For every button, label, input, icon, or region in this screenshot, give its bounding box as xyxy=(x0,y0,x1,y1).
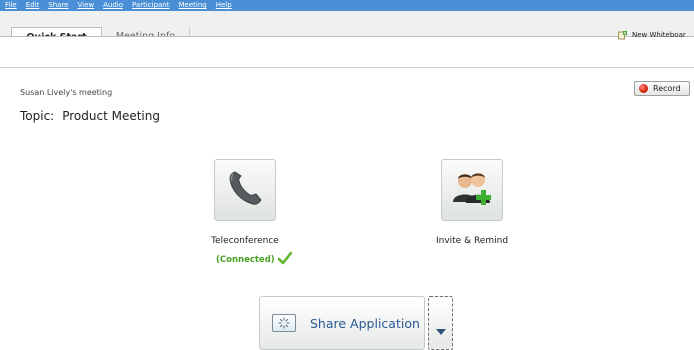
chevron-down-icon xyxy=(435,320,446,339)
topic-prefix: Topic: xyxy=(20,109,55,123)
menu-bar: File Edit Share View Audio Participant M… xyxy=(0,0,694,11)
menu-view[interactable]: View xyxy=(77,0,94,11)
share-application-button[interactable]: Share Application xyxy=(259,296,425,350)
record-icon xyxy=(639,84,648,93)
menu-meeting[interactable]: Meeting xyxy=(179,0,207,11)
invite-remind-label: Invite & Remind xyxy=(435,236,509,246)
connected-status-text: (Connected) xyxy=(216,254,275,265)
menu-file[interactable]: File xyxy=(5,0,17,11)
menu-help[interactable]: Help xyxy=(216,0,232,11)
share-application-label: Share Application xyxy=(310,315,420,331)
new-whiteboard-button[interactable]: New Whiteboar xyxy=(618,28,686,42)
phone-icon xyxy=(225,168,265,212)
record-label: Record xyxy=(653,84,681,93)
content-divider xyxy=(0,67,694,68)
invite-remind-button[interactable] xyxy=(441,159,503,221)
share-options-dropdown[interactable] xyxy=(428,296,453,350)
teleconference-status: (Connected) xyxy=(216,251,292,268)
topic-name: Product Meeting xyxy=(62,109,160,123)
record-button[interactable]: Record xyxy=(634,81,690,96)
teleconference-label: Teleconference xyxy=(211,236,279,246)
new-whiteboard-label: New Whiteboar xyxy=(632,31,686,39)
teleconference-button[interactable] xyxy=(214,159,276,221)
meeting-topic: Topic: Product Meeting xyxy=(20,109,160,123)
share-application-icon xyxy=(272,314,296,332)
menu-share[interactable]: Share xyxy=(48,0,68,11)
checkmark-icon xyxy=(277,251,292,268)
tab-content-strip xyxy=(0,36,694,49)
menu-audio[interactable]: Audio xyxy=(103,0,123,11)
menu-participant[interactable]: Participant xyxy=(132,0,169,11)
invite-people-icon xyxy=(450,168,494,212)
meeting-host-label: Susan Lively's meeting xyxy=(20,88,113,97)
new-whiteboard-icon xyxy=(618,30,627,40)
menu-edit[interactable]: Edit xyxy=(26,0,40,11)
